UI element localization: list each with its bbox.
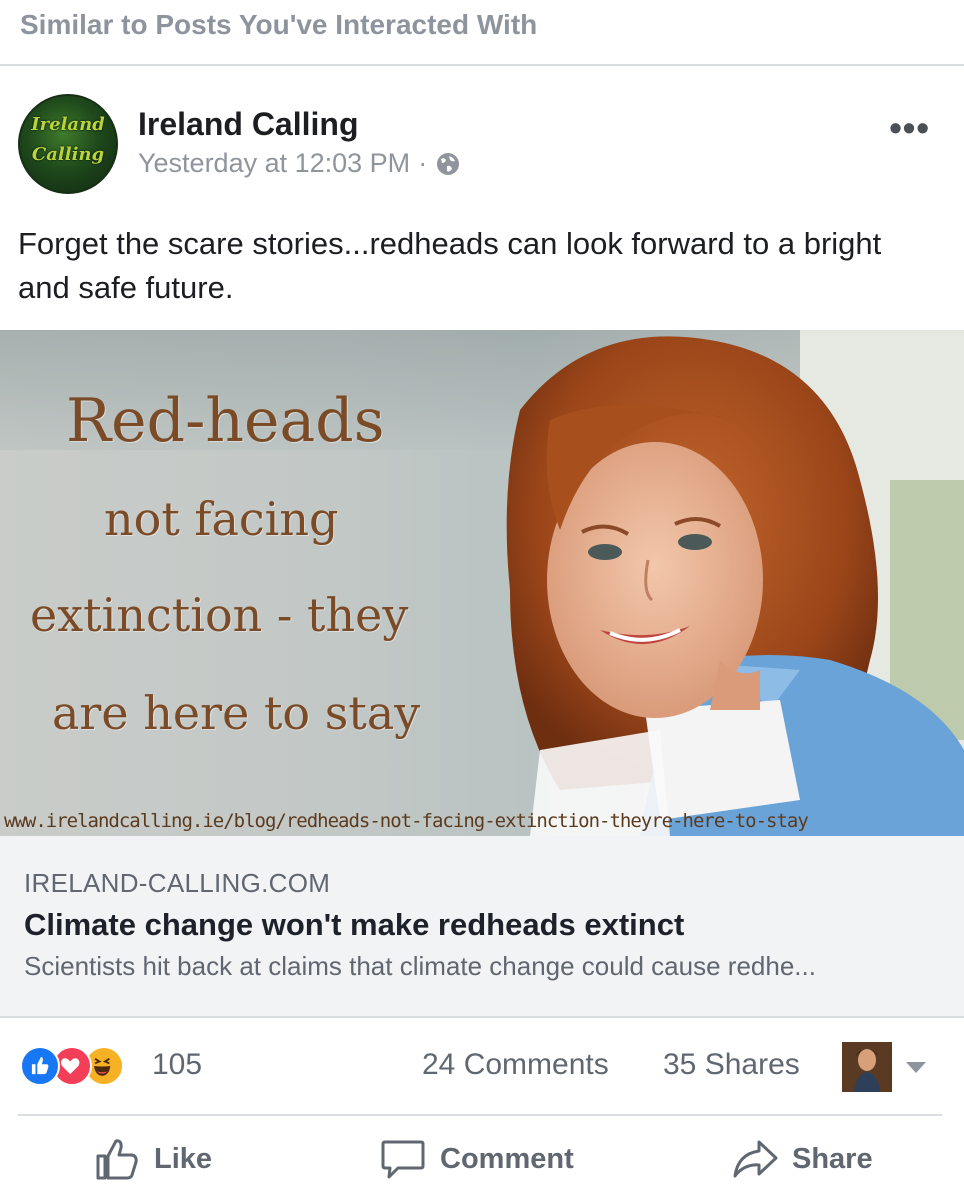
- action-bar: Like Comment Share: [0, 1118, 964, 1200]
- speech-bubble-icon: [381, 1140, 425, 1179]
- share-arrow-icon: [733, 1140, 778, 1178]
- image-headline-line-4: are here to stay: [52, 686, 421, 740]
- chevron-down-icon[interactable]: [906, 1062, 926, 1073]
- share-label: Share: [792, 1142, 873, 1175]
- section-title: Similar to Posts You've Interacted With: [20, 9, 538, 40]
- image-url-watermark: www.irelandcalling.ie/blog/redheads-not-…: [4, 810, 809, 832]
- post-timestamp[interactable]: Yesterday at 12:03 PM: [138, 148, 410, 179]
- post-meta: Yesterday at 12:03 PM ·: [138, 148, 461, 179]
- meta-separator: ·: [418, 148, 428, 178]
- comment-label: Comment: [440, 1142, 574, 1175]
- avatar-logo-text-2: Calling: [31, 144, 105, 165]
- author-name[interactable]: Ireland Calling: [138, 106, 358, 143]
- like-icon: [20, 1046, 60, 1086]
- divider: [18, 1114, 942, 1116]
- post-header: Ireland Calling Ireland Calling Yesterda…: [0, 88, 964, 198]
- girl-photo: [506, 330, 964, 836]
- globe-icon: [435, 151, 461, 177]
- thumbs-up-icon: [96, 1139, 138, 1180]
- link-title: Climate change won't make redheads extin…: [24, 907, 685, 942]
- reaction-count[interactable]: 105: [152, 1048, 202, 1082]
- reaction-icons[interactable]: [20, 1046, 150, 1090]
- link-preview-image[interactable]: Red-heads not facing extinction - they a…: [0, 330, 964, 836]
- image-headline-line-1: Red-heads: [66, 386, 385, 456]
- more-options-button[interactable]: •••: [889, 110, 930, 146]
- image-headline-line-3: extinction - they: [30, 588, 409, 642]
- like-button[interactable]: Like: [94, 1136, 212, 1182]
- comments-count[interactable]: 24 Comments: [422, 1048, 609, 1082]
- share-button[interactable]: Share: [732, 1136, 873, 1182]
- shares-count[interactable]: 35 Shares: [663, 1048, 800, 1082]
- image-headline-line-2: not facing: [104, 492, 339, 546]
- avatar-logo-text-1: Ireland: [31, 114, 105, 135]
- viewer-avatar[interactable]: [842, 1042, 892, 1092]
- comment-button[interactable]: Comment: [380, 1136, 574, 1182]
- link-domain: IRELAND-CALLING.COM: [24, 868, 331, 898]
- like-label: Like: [154, 1142, 213, 1175]
- link-preview-info[interactable]: IRELAND-CALLING.COM Climate change won't…: [0, 836, 964, 1018]
- link-description: Scientists hit back at claims that clima…: [24, 951, 816, 981]
- post-text: Forget the scare stories...redheads can …: [18, 226, 882, 305]
- section-header: Similar to Posts You've Interacted With: [0, 0, 964, 66]
- page-avatar[interactable]: Ireland Calling: [18, 94, 118, 194]
- post-stats: 105 24 Comments 35 Shares: [0, 1032, 964, 1102]
